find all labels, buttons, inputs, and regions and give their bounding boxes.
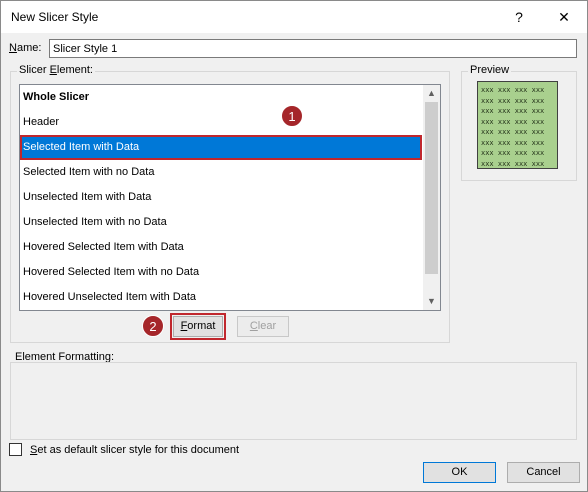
slicer-preview: xxx xxx xxx xxx xxx xxx xxx xxx xxx xxx … [477, 81, 558, 169]
cancel-button[interactable]: Cancel [507, 462, 580, 483]
preview-row: xxx xxx xxx xxx [481, 159, 545, 168]
preview-row: xxx xxx xxx xxx [481, 149, 545, 157]
help-button[interactable]: ? [499, 1, 539, 33]
preview-row: xxx xxx xxx xxx [481, 117, 545, 126]
format-button[interactable]: Format [173, 316, 223, 337]
preview-row: xxx xxx xxx xxx [481, 107, 545, 115]
preview-row: xxx xxx xxx xxx [481, 96, 545, 105]
scroll-down-arrow-icon[interactable]: ▼ [423, 293, 440, 310]
list-item[interactable]: Whole Slicer [20, 85, 422, 110]
default-style-label[interactable]: Set as default slicer style for this doc… [30, 444, 239, 456]
step-1-marker: 1 [281, 105, 303, 127]
name-input[interactable] [49, 39, 577, 58]
list-item[interactable]: Unselected Item with no Data [20, 210, 422, 235]
scrollbar-thumb[interactable] [425, 102, 438, 274]
slicer-element-legend: Slicer Element: [17, 64, 95, 76]
list-item-selected[interactable]: Selected Item with Data [20, 135, 422, 160]
list-item[interactable]: Selected Item with no Data [20, 160, 422, 185]
list-item[interactable]: Hovered Unselected Item with Data [20, 285, 422, 310]
clear-button[interactable]: Clear [237, 316, 289, 337]
ok-button[interactable]: OK [423, 462, 496, 483]
close-button[interactable]: ✕ [541, 1, 587, 33]
list-item[interactable]: Header [20, 110, 422, 135]
scroll-up-arrow-icon[interactable]: ▲ [423, 85, 440, 102]
title-bar: New Slicer Style ? ✕ [1, 1, 587, 33]
list-item[interactable]: Hovered Selected Item with no Data [20, 260, 422, 285]
preview-row: xxx xxx xxx xxx [481, 86, 545, 94]
list-item[interactable]: Hovered Selected Item with Data [20, 235, 422, 260]
dialog-title: New Slicer Style [11, 10, 99, 24]
list-item[interactable]: Unselected Item with Data [20, 185, 422, 210]
preview-row: xxx xxx xxx xxx [481, 138, 545, 147]
element-formatting-area [10, 362, 577, 440]
name-label: Name: [9, 42, 42, 54]
slicer-element-list[interactable]: Whole Slicer Header Selected Item with D… [19, 84, 441, 311]
preview-legend: Preview [468, 64, 512, 76]
default-style-checkbox[interactable] [9, 443, 22, 456]
step-2-marker: 2 [142, 315, 164, 337]
new-slicer-style-dialog: New Slicer Style ? ✕ Name: Slicer Elemen… [0, 0, 588, 492]
preview-row: xxx xxx xxx xxx [481, 128, 545, 136]
